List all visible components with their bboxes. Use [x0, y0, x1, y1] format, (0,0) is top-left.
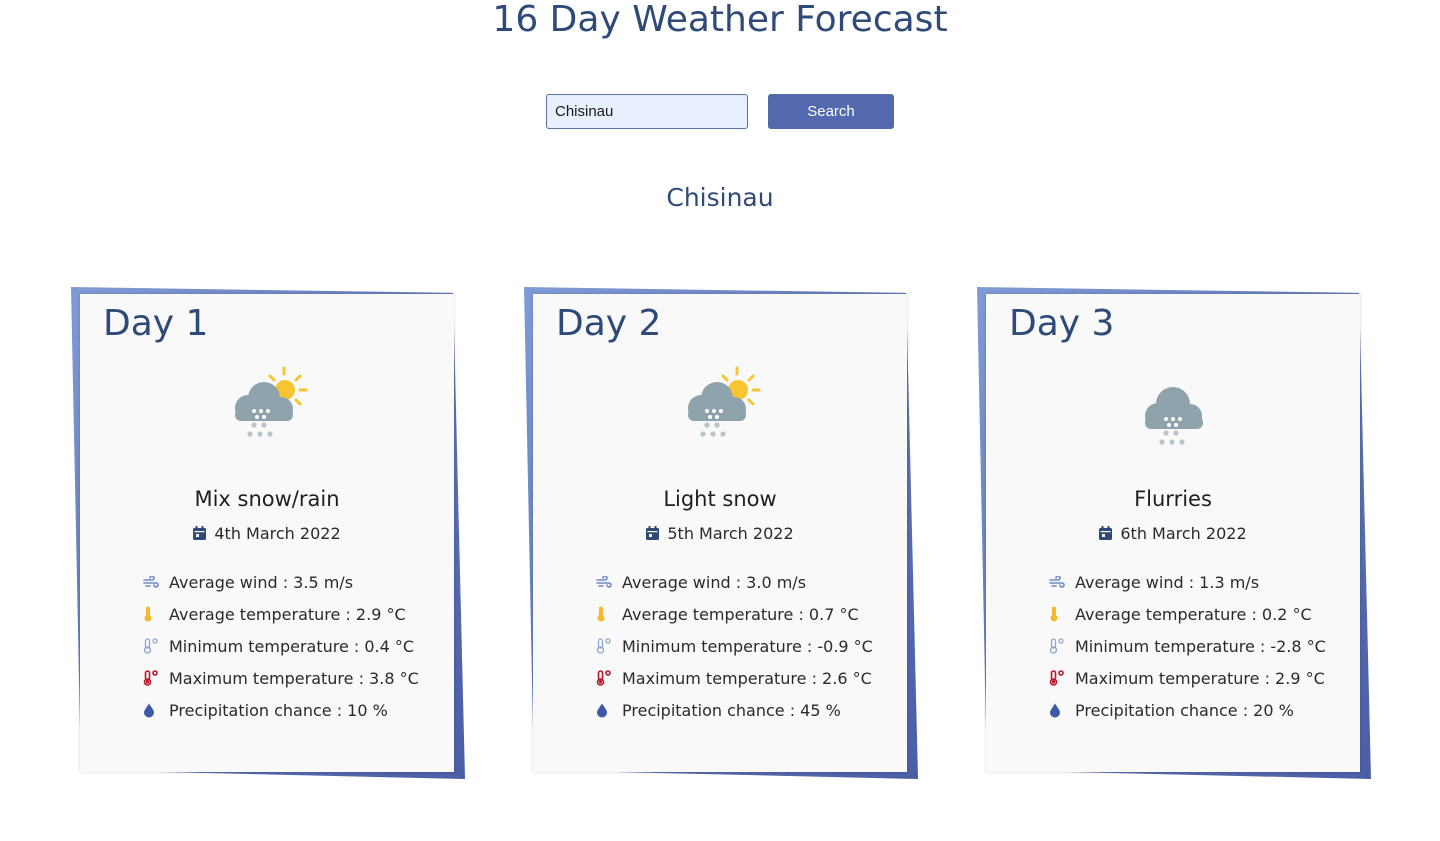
water-drop-icon: [596, 703, 622, 718]
forecast-date: 5th March 2022: [667, 524, 794, 543]
stat-max-temp: Maximum temperature : 2.9 °C: [1049, 662, 1326, 694]
wind-text: Average wind : 3.0 m/s: [622, 572, 807, 592]
location-name: Chisinau: [666, 183, 774, 212]
city-search-input[interactable]: [546, 94, 748, 129]
partly-sunny-snow-icon: [235, 366, 308, 437]
day-card: Day 3 Flurries 6th March 2022 Average wi…: [977, 287, 1371, 779]
date-row: 6th March 2022: [986, 524, 1360, 543]
day-label: Day 2: [556, 303, 662, 344]
stat-avg-temp: Average temperature : 0.2 °C: [1049, 598, 1326, 630]
stats-list: Average wind : 3.0 m/s Average temperatu…: [596, 566, 873, 726]
thermometer-icon: [1049, 606, 1075, 622]
date-row: 4th March 2022: [80, 524, 454, 543]
stat-precipitation: Precipitation chance : 10 %: [143, 694, 419, 726]
stat-wind: Average wind : 1.3 m/s: [1049, 566, 1326, 598]
stat-min-temp: Minimum temperature : -2.8 °C: [1049, 630, 1326, 662]
partly-sunny-snow-icon: [688, 366, 761, 437]
precipitation-text: Precipitation chance : 20 %: [1075, 700, 1294, 720]
search-bar: Search: [546, 94, 894, 129]
calendar-icon: [193, 526, 207, 540]
forecast-date: 4th March 2022: [214, 524, 341, 543]
calendar-icon: [646, 526, 660, 540]
min-temp-text: Minimum temperature : 0.4 °C: [169, 636, 415, 656]
day-card-body: Day 3 Flurries 6th March 2022 Average wi…: [986, 294, 1360, 772]
thermometer-hot-icon: [596, 670, 622, 686]
avg-temp-text: Average temperature : 2.9 °C: [169, 604, 406, 624]
day-label: Day 1: [103, 303, 209, 344]
date-row: 5th March 2022: [533, 524, 907, 543]
thermometer-icon: [143, 606, 169, 622]
precipitation-text: Precipitation chance : 45 %: [622, 700, 841, 720]
min-temp-text: Minimum temperature : -0.9 °C: [622, 636, 873, 656]
stat-max-temp: Maximum temperature : 2.6 °C: [596, 662, 873, 694]
day-card-body: Day 1 Mix snow/rain 4th March 2022 Avera…: [80, 294, 454, 772]
stat-avg-temp: Average temperature : 0.7 °C: [596, 598, 873, 630]
calendar-icon: [1099, 526, 1113, 540]
stat-min-temp: Minimum temperature : -0.9 °C: [596, 630, 873, 662]
thermometer-hot-icon: [1049, 670, 1075, 686]
page-title: 16 Day Weather Forecast: [492, 0, 948, 40]
condition-label: Light snow: [663, 487, 777, 511]
stat-avg-temp: Average temperature : 2.9 °C: [143, 598, 419, 630]
stat-precipitation: Precipitation chance : 45 %: [596, 694, 873, 726]
thermometer-cold-icon: [143, 638, 169, 654]
max-temp-text: Maximum temperature : 3.8 °C: [169, 668, 419, 688]
max-temp-text: Maximum temperature : 2.9 °C: [1075, 668, 1325, 688]
day-card-body: Day 2 Light snow 5th March 2022 Average …: [533, 294, 907, 772]
precipitation-text: Precipitation chance : 10 %: [169, 700, 388, 720]
thermometer-cold-icon: [596, 638, 622, 654]
min-temp-text: Minimum temperature : -2.8 °C: [1075, 636, 1326, 656]
wind-icon: [1049, 576, 1075, 588]
snow-cloud-icon: [1145, 387, 1203, 445]
water-drop-icon: [1049, 703, 1075, 718]
wind-icon: [143, 576, 169, 588]
wind-text: Average wind : 1.3 m/s: [1075, 572, 1260, 592]
search-button[interactable]: Search: [768, 94, 894, 129]
avg-temp-text: Average temperature : 0.2 °C: [1075, 604, 1312, 624]
stats-list: Average wind : 1.3 m/s Average temperatu…: [1049, 566, 1326, 726]
stat-min-temp: Minimum temperature : 0.4 °C: [143, 630, 419, 662]
condition-label: Flurries: [1134, 487, 1212, 511]
stat-max-temp: Maximum temperature : 3.8 °C: [143, 662, 419, 694]
stat-precipitation: Precipitation chance : 20 %: [1049, 694, 1326, 726]
stat-wind: Average wind : 3.0 m/s: [596, 566, 873, 598]
thermometer-icon: [596, 606, 622, 622]
max-temp-text: Maximum temperature : 2.6 °C: [622, 668, 872, 688]
stats-list: Average wind : 3.5 m/s Average temperatu…: [143, 566, 419, 726]
thermometer-hot-icon: [143, 670, 169, 686]
forecast-date: 6th March 2022: [1120, 524, 1247, 543]
day-label: Day 3: [1009, 303, 1115, 344]
condition-label: Mix snow/rain: [194, 487, 340, 511]
thermometer-cold-icon: [1049, 638, 1075, 654]
wind-text: Average wind : 3.5 m/s: [169, 572, 354, 592]
avg-temp-text: Average temperature : 0.7 °C: [622, 604, 859, 624]
day-card: Day 2 Light snow 5th March 2022 Average …: [524, 287, 918, 779]
water-drop-icon: [143, 703, 169, 718]
wind-icon: [596, 576, 622, 588]
day-card: Day 1 Mix snow/rain 4th March 2022 Avera…: [71, 287, 465, 779]
stat-wind: Average wind : 3.5 m/s: [143, 566, 419, 598]
